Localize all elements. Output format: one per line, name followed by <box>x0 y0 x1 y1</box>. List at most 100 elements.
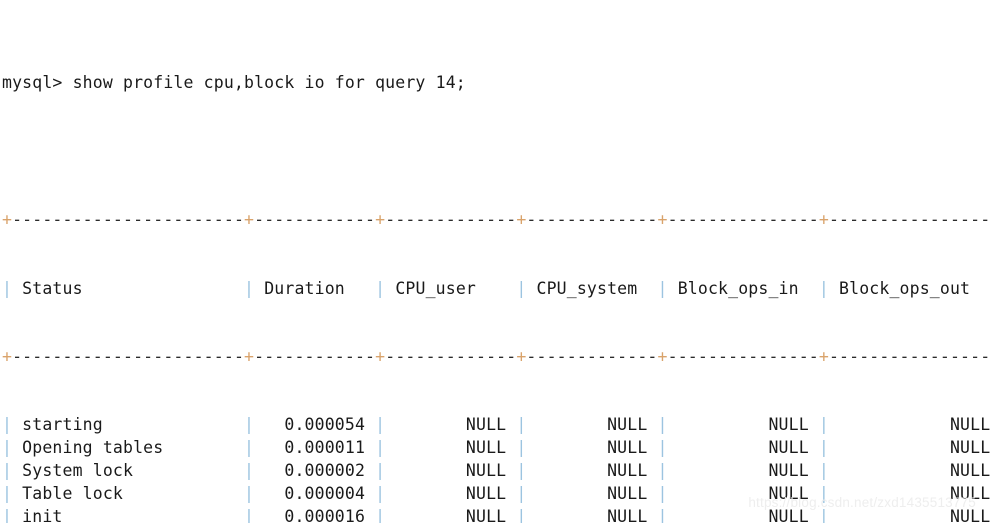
column-separator: | <box>244 460 255 480</box>
cell-status: Opening tables <box>12 438 245 458</box>
cell-status: init <box>12 506 245 523</box>
column-separator: | <box>244 415 255 435</box>
cell-block_ops_out: Block_ops_out <box>828 278 990 298</box>
column-separator: | <box>818 415 829 435</box>
rule-junction: + <box>818 210 829 230</box>
rule-junction: + <box>2 210 13 230</box>
column-separator: | <box>2 278 13 298</box>
rule-dashes: --------------- <box>667 346 819 366</box>
mysql-prompt-line: mysql> show profile cpu,block io for que… <box>2 73 466 93</box>
rule-junction: + <box>657 210 668 230</box>
rule-dashes: ----------------- <box>828 210 990 230</box>
cell-block_ops_in: NULL <box>667 438 819 458</box>
cell-cpu_user: NULL <box>385 438 517 458</box>
column-separator: | <box>375 506 386 523</box>
table-row: | starting | 0.000054 | NULL | NULL | NU… <box>2 414 990 437</box>
rule-dashes: --------------- <box>667 210 819 230</box>
column-separator: | <box>657 278 668 298</box>
cell-duration: Duration <box>254 278 376 298</box>
column-separator: | <box>818 278 829 298</box>
cell-block_ops_in: NULL <box>667 460 819 480</box>
table-rule-top: +-----------------------+------------+--… <box>2 209 990 232</box>
cell-cpu_user: CPU_user <box>385 278 517 298</box>
column-separator: | <box>375 438 386 458</box>
cell-cpu_user: NULL <box>385 483 517 503</box>
column-separator: | <box>657 438 668 458</box>
cell-block_ops_in: Block_ops_in <box>667 278 819 298</box>
cell-status: Status <box>12 278 245 298</box>
column-separator: | <box>657 506 668 523</box>
column-separator: | <box>375 460 386 480</box>
cell-duration: 0.000011 <box>254 438 376 458</box>
column-separator: | <box>2 506 13 523</box>
cell-cpu_user: NULL <box>385 460 517 480</box>
cell-cpu_user: NULL <box>385 415 517 435</box>
cell-block_ops_out: NULL <box>828 438 990 458</box>
terminal-screen: mysql> show profile cpu,block io for que… <box>0 0 990 523</box>
rule-dashes: ------------ <box>254 210 376 230</box>
column-separator: | <box>244 438 255 458</box>
column-separator: | <box>516 415 527 435</box>
cell-block_ops_in: NULL <box>667 415 819 435</box>
result-table: +-----------------------+------------+--… <box>2 164 990 523</box>
cell-duration: 0.000004 <box>254 483 376 503</box>
rule-dashes: ------------- <box>385 346 517 366</box>
rule-junction: + <box>244 346 255 366</box>
column-separator: | <box>375 278 386 298</box>
column-separator: | <box>657 460 668 480</box>
column-separator: | <box>516 483 527 503</box>
column-separator: | <box>516 506 527 523</box>
table-header-row: | Status | Duration | CPU_user | CPU_sys… <box>2 278 990 301</box>
column-separator: | <box>375 483 386 503</box>
rule-dashes: ------------- <box>385 210 517 230</box>
cell-cpu_user: NULL <box>385 506 517 523</box>
table-row: | Opening tables | 0.000011 | NULL | NUL… <box>2 437 990 460</box>
column-separator: | <box>657 483 668 503</box>
cell-status: Table lock <box>12 483 245 503</box>
rule-junction: + <box>657 346 668 366</box>
rule-dashes: ------------- <box>526 210 658 230</box>
column-separator: | <box>516 438 527 458</box>
cell-status: starting <box>12 415 245 435</box>
cell-duration: 0.000054 <box>254 415 376 435</box>
cell-cpu_system: NULL <box>526 483 658 503</box>
cell-status: System lock <box>12 460 245 480</box>
column-separator: | <box>2 415 13 435</box>
rule-dashes: ------------ <box>254 346 376 366</box>
rule-junction: + <box>818 346 829 366</box>
column-separator: | <box>516 278 527 298</box>
cell-cpu_system: NULL <box>526 506 658 523</box>
column-separator: | <box>818 438 829 458</box>
column-separator: | <box>2 483 13 503</box>
column-separator: | <box>516 460 527 480</box>
table-row: | System lock | 0.000002 | NULL | NULL |… <box>2 460 990 483</box>
column-separator: | <box>657 415 668 435</box>
cell-duration: 0.000002 <box>254 460 376 480</box>
table-rule-header: +-----------------------+------------+--… <box>2 346 990 369</box>
cell-duration: 0.000016 <box>254 506 376 523</box>
column-separator: | <box>375 415 386 435</box>
terminal-output: mysql> show profile cpu,block io for que… <box>2 4 990 523</box>
cell-cpu_system: NULL <box>526 460 658 480</box>
rule-junction: + <box>2 346 13 366</box>
watermark-url: https://blog.csdn.net/zxd1435513775 <box>748 495 976 510</box>
cell-cpu_system: NULL <box>526 415 658 435</box>
rule-dashes: ----------------- <box>828 346 990 366</box>
column-separator: | <box>244 506 255 523</box>
column-separator: | <box>244 278 255 298</box>
column-separator: | <box>2 438 13 458</box>
column-separator: | <box>818 460 829 480</box>
cell-cpu_system: NULL <box>526 438 658 458</box>
rule-dashes: ----------------------- <box>12 346 245 366</box>
column-separator: | <box>2 460 13 480</box>
cell-cpu_system: CPU_system <box>526 278 658 298</box>
rule-junction: + <box>375 346 386 366</box>
rule-junction: + <box>244 210 255 230</box>
cell-block_ops_out: NULL <box>828 415 990 435</box>
rule-junction: + <box>516 346 527 366</box>
rule-junction: + <box>375 210 386 230</box>
rule-dashes: ----------------------- <box>12 210 245 230</box>
column-separator: | <box>244 483 255 503</box>
rule-junction: + <box>516 210 527 230</box>
cell-block_ops_out: NULL <box>828 460 990 480</box>
